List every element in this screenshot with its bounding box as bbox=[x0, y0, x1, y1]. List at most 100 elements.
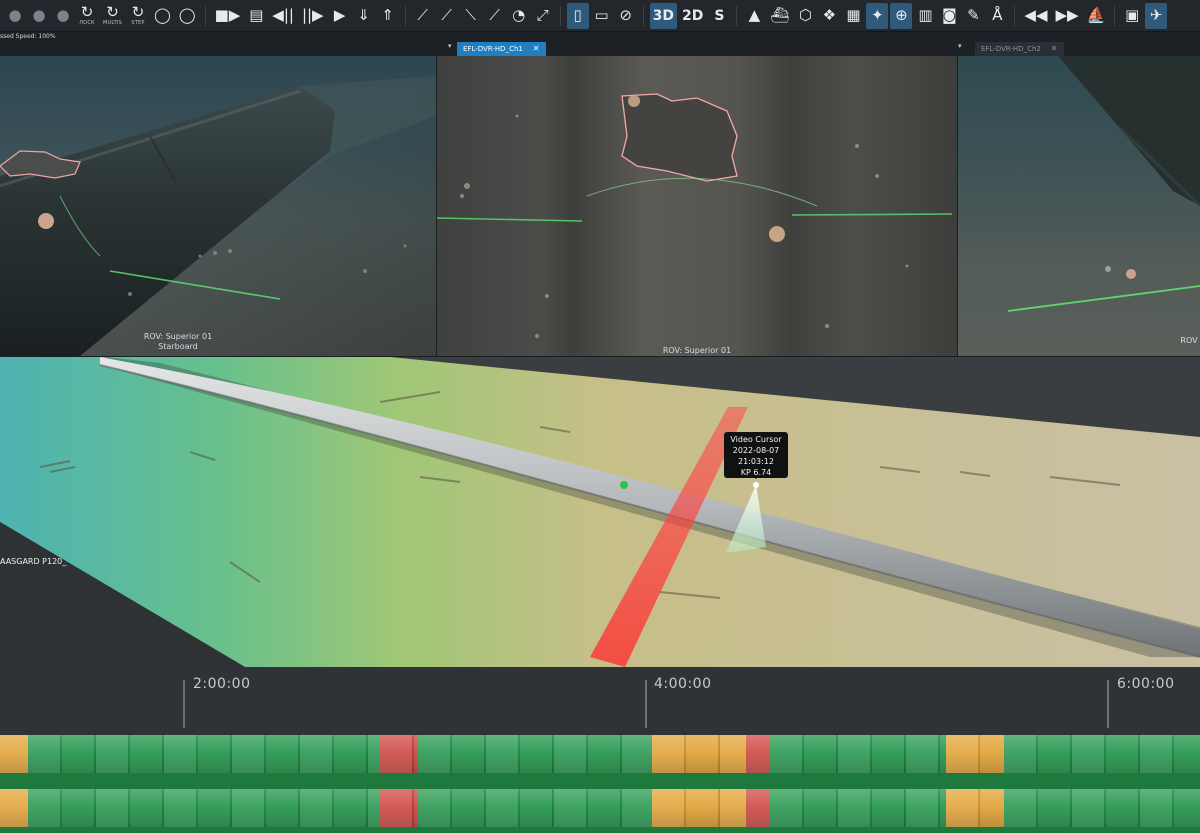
refresh-step-icon-glyph: ↻ bbox=[131, 3, 145, 21]
video-pane-center[interactable]: ROV: Superior 01 bbox=[437, 56, 957, 356]
download-icon-glyph: ⇓ bbox=[357, 6, 370, 24]
vessel-icon[interactable]: ⛴ bbox=[767, 3, 792, 29]
globe-icon[interactable]: ⊕ bbox=[890, 2, 913, 29]
record-tiny-icon[interactable]: ● bbox=[52, 3, 74, 29]
thumbnail-segment-orange[interactable] bbox=[0, 735, 28, 773]
thumbnail-segment-green[interactable] bbox=[770, 789, 946, 827]
pane-label-rov: ROV: Superior 01 bbox=[662, 346, 732, 355]
video-pane-port[interactable]: ROV bbox=[958, 56, 1200, 356]
clapper-icon-glyph: ▤ bbox=[249, 6, 264, 24]
step-back-icon[interactable]: ◀|| bbox=[269, 3, 297, 29]
rewind-icon-glyph: ◀◀ bbox=[1024, 6, 1048, 24]
thumbnail-segment-orange[interactable] bbox=[946, 789, 1004, 827]
ruler-icon[interactable]: ✎ bbox=[962, 3, 984, 29]
video-camera-icon[interactable]: ■▶ bbox=[212, 3, 244, 29]
tab-dropdown-icon[interactable]: ▾ bbox=[958, 42, 962, 50]
view-3d-button-glyph: 3D bbox=[652, 7, 674, 24]
link-icon-glyph: ⊘ bbox=[619, 6, 632, 24]
comment-icon[interactable]: ▭ bbox=[591, 3, 613, 29]
compass-icon[interactable]: Å bbox=[986, 3, 1008, 29]
thumbnail-segment-orange[interactable] bbox=[0, 789, 28, 827]
measure-draw-icon[interactable]: ⟋ bbox=[484, 3, 506, 29]
map-icon[interactable]: ▥ bbox=[914, 3, 936, 29]
play-icon[interactable]: ▶ bbox=[329, 3, 351, 29]
refresh-multi-icon-caption: MULTIS bbox=[103, 20, 122, 26]
view-2d-button[interactable]: 2D bbox=[679, 3, 706, 29]
africa-map-icon[interactable]: ✦ bbox=[866, 2, 889, 29]
clock-icon-glyph: ◔ bbox=[512, 6, 526, 24]
record-small-icon[interactable]: ● bbox=[28, 3, 50, 29]
refresh-icon-glyph: ↻ bbox=[80, 3, 94, 21]
cube-icon[interactable]: ⬡ bbox=[794, 3, 816, 29]
thumbnail-segment-orange[interactable] bbox=[652, 789, 746, 827]
thumbnail-segment-green[interactable] bbox=[418, 789, 652, 827]
ship-icon-glyph: ⛵ bbox=[1086, 6, 1106, 24]
thumbnail-row-bottom[interactable] bbox=[0, 789, 1200, 827]
ship-icon[interactable]: ⛵ bbox=[1084, 3, 1109, 29]
measure-line-icon[interactable]: ⟋ bbox=[436, 3, 458, 29]
upload-icon[interactable]: ⇑ bbox=[377, 3, 399, 29]
thumbnail-segment-green[interactable] bbox=[28, 789, 380, 827]
fast-forward-icon[interactable]: ▶▶ bbox=[1052, 3, 1081, 29]
record-dot-icon-glyph: ● bbox=[8, 6, 22, 24]
view-3d-button[interactable]: 3D bbox=[649, 2, 677, 29]
thumbnail-segment-orange[interactable] bbox=[652, 735, 746, 773]
thumbnail-segment-green[interactable] bbox=[1004, 789, 1200, 827]
measure-arrow-icon[interactable]: ⟍ bbox=[460, 3, 482, 29]
cube-icon-glyph: ⬡ bbox=[798, 6, 812, 24]
camera-icon[interactable]: ◙ bbox=[938, 3, 960, 29]
tab-efl-dvr-ch1[interactable]: EFL-DVR-HD_Ch1 ✕ bbox=[457, 42, 546, 56]
record-tiny-icon-glyph: ● bbox=[56, 6, 70, 24]
thumbnail-row-top[interactable] bbox=[0, 735, 1200, 773]
thumbnail-segment-green[interactable] bbox=[418, 735, 652, 773]
measure-point-icon[interactable]: ⟋ bbox=[412, 3, 434, 29]
main-toolbar: ● ● ● ↻ ЛОСК ↻ MULTIS ↻ STEP ◯ ◯ ■▶ ▤ ◀|| ||▶ ▶ ⇓ ⇑ ⟋ ⟋ ⟍ ⟋ ◔ ⤢… bbox=[0, 0, 1200, 32]
timeline-ruler[interactable] bbox=[0, 667, 1200, 735]
tab-efl-dvr-ch2[interactable]: EFL-DVR-HD_Ch2 ✕ bbox=[975, 42, 1064, 56]
ring-icon[interactable]: ◯ bbox=[151, 3, 174, 29]
fullscreen-icon[interactable]: ⤢ bbox=[532, 3, 554, 29]
tab-dropdown-icon[interactable]: ▾ bbox=[448, 42, 452, 50]
refresh-multi-icon-glyph: ↻ bbox=[106, 3, 119, 21]
thumbnail-segment-orange[interactable] bbox=[946, 735, 1004, 773]
rewind-icon[interactable]: ◀◀ bbox=[1021, 3, 1050, 29]
record-small-icon-glyph: ● bbox=[32, 6, 46, 24]
airplane-icon[interactable]: ✈ bbox=[1145, 2, 1168, 29]
thumbnail-segment-red[interactable] bbox=[380, 789, 418, 827]
thumbnail-segment-green[interactable] bbox=[28, 735, 380, 773]
thumbnail-segment-red[interactable] bbox=[746, 789, 770, 827]
thumbnail-segment-red[interactable] bbox=[746, 735, 770, 773]
refresh-step-icon[interactable]: ↻ STEP bbox=[127, 3, 149, 29]
video-pane-starboard[interactable]: ROV: Superior 01 Starboard bbox=[0, 56, 436, 356]
record-dot-icon[interactable]: ● bbox=[4, 3, 26, 29]
video-thumbnail-strips[interactable] bbox=[0, 735, 1200, 833]
seabed-3d-view[interactable] bbox=[0, 357, 1200, 667]
close-icon[interactable]: ✕ bbox=[1051, 42, 1058, 56]
tooltip-time: 21:03:12 bbox=[738, 457, 774, 466]
pane-label-side: Starboard bbox=[158, 342, 198, 351]
clock-icon[interactable]: ◔ bbox=[508, 3, 530, 29]
model-name-label: AASGARD P120_ bbox=[0, 557, 67, 566]
refresh-multi-icon[interactable]: ↻ MULTIS bbox=[100, 3, 125, 29]
ring-alt-icon[interactable]: ◯ bbox=[176, 3, 199, 29]
thumbnail-segment-green[interactable] bbox=[770, 735, 946, 773]
ring-alt-icon-glyph: ◯ bbox=[178, 6, 196, 24]
refresh-icon[interactable]: ↻ ЛОСК bbox=[76, 3, 98, 29]
sphere-dots-icon-glyph: ❖ bbox=[822, 6, 837, 24]
sphere-dots-icon[interactable]: ❖ bbox=[818, 3, 840, 29]
thumbnail-segment-green[interactable] bbox=[1004, 735, 1200, 773]
thumbnail-segment-red[interactable] bbox=[380, 735, 418, 773]
grid-icon[interactable]: ▦ bbox=[842, 3, 864, 29]
download-icon[interactable]: ⇓ bbox=[353, 3, 375, 29]
clapper-icon[interactable]: ▤ bbox=[245, 3, 267, 29]
tooltip-title: Video Cursor bbox=[730, 435, 782, 444]
view-s-button[interactable]: S bbox=[708, 3, 730, 29]
close-icon[interactable]: ✕ bbox=[533, 42, 540, 56]
toolbar-separator bbox=[404, 5, 406, 26]
save-icon[interactable]: ▣ bbox=[1121, 3, 1143, 29]
north-arrow-icon[interactable]: ▲ bbox=[743, 3, 765, 29]
step-forward-icon[interactable]: ||▶ bbox=[299, 3, 327, 29]
tooltip-kp: KP 6.74 bbox=[740, 468, 772, 477]
link-icon[interactable]: ⊘ bbox=[615, 3, 637, 29]
document-icon[interactable]: ▯ bbox=[566, 2, 589, 29]
